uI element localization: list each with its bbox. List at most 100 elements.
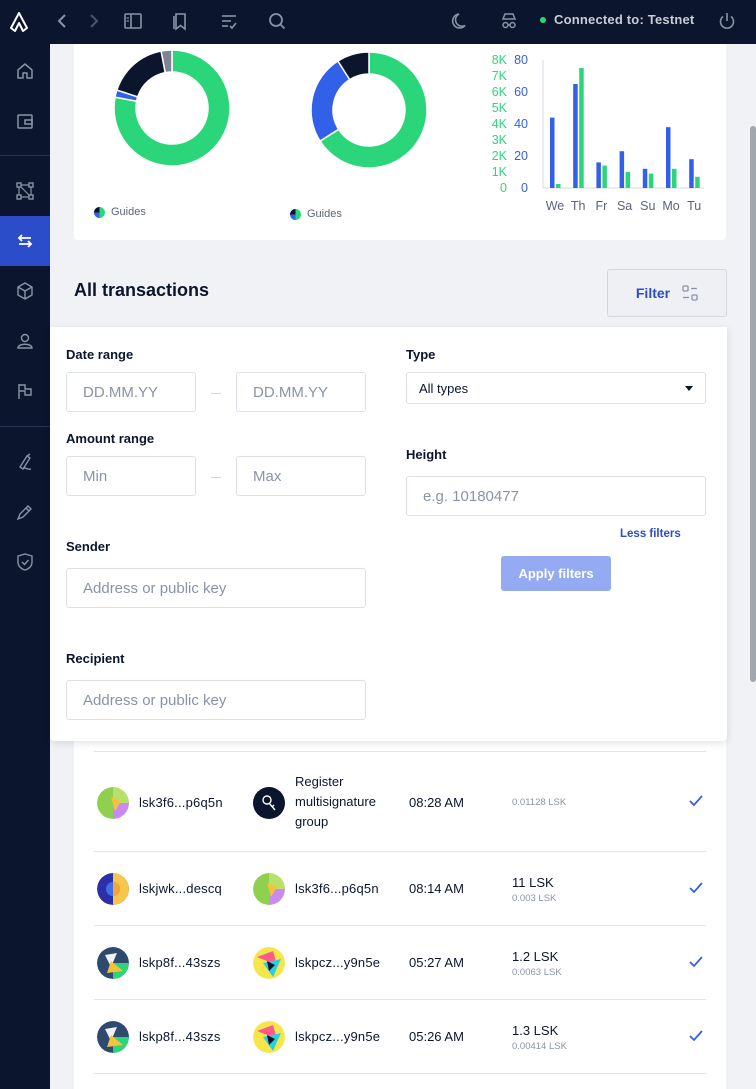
scrollbar-thumb[interactable] [750, 126, 756, 682]
recipient-label: Recipient [66, 651, 125, 666]
bar-chart-y-tick-right: 4K [492, 117, 508, 131]
avatar [97, 873, 129, 905]
sidebar-item-validators[interactable] [0, 366, 50, 416]
multisignature-icon [253, 787, 285, 819]
network-status-dot [540, 16, 546, 23]
sidebar-item-network[interactable] [0, 166, 50, 216]
sidebar-item-transactions[interactable] [0, 216, 50, 266]
date-to-input[interactable]: DD.MM.YY [236, 372, 366, 412]
user-icon [17, 333, 33, 349]
forward-arrow-icon[interactable] [82, 10, 104, 32]
recipient-address[interactable]: lskpcz...y9n5e [295, 1029, 380, 1044]
sidebar-item-dashboard[interactable] [0, 46, 50, 96]
bar-count [596, 162, 601, 188]
bar-chart-y-tick-left: 60 [514, 85, 528, 99]
table-row[interactable]: lskp8f...43szs lskpcz...y9n5e 05:27 AM 1… [94, 925, 706, 999]
lisk-logo-icon[interactable] [0, 0, 38, 44]
transaction-fee: 0.00414 LSK [512, 1041, 567, 1052]
sender-input[interactable]: Address or public key [66, 568, 366, 608]
shield-check-icon [17, 553, 33, 571]
amount-min-input[interactable]: Min [66, 456, 196, 496]
pen-icon [16, 505, 32, 521]
sidebar-item-verify[interactable] [0, 537, 50, 587]
date-range-separator [211, 393, 221, 394]
bookmarks-icon[interactable] [170, 10, 192, 32]
sidebar-item-pen[interactable] [0, 487, 50, 537]
network-status[interactable]: Connected to: Testnet [540, 12, 694, 27]
table-row[interactable]: lskjwk...descq lsk3f6...p6q5n 08:14 AM 1… [94, 851, 706, 925]
avatar [97, 947, 129, 979]
apply-filters-button[interactable]: Apply filters [501, 556, 611, 591]
bar-count [619, 151, 625, 188]
type-label: Type [406, 347, 436, 362]
sidebar-item-wallet[interactable] [0, 96, 50, 146]
bar-chart-x-tick: Mo [662, 199, 679, 213]
less-filters-link[interactable]: Less filters [620, 528, 681, 540]
page-title: All transactions [74, 280, 210, 300]
sidebar-item-accounts[interactable] [0, 316, 50, 366]
bar-chart-x-tick: Sa [617, 199, 632, 213]
date-from-input[interactable]: DD.MM.YY [66, 372, 196, 412]
avatar [97, 787, 129, 819]
amount-max-input[interactable]: Max [236, 456, 366, 496]
bar-count [689, 159, 694, 188]
amount-range-separator [211, 477, 221, 478]
bar-chart-y-tick-right: 3K [492, 133, 508, 147]
statistics-card: 0 1K 2K 3K 4K 5K 6K 7K 8K 0 20 40 60 80 We Th Fr Sa Su Mo Tu… [74, 44, 726, 240]
power-icon[interactable] [716, 10, 738, 32]
height-input[interactable]: e.g. 10180477 [406, 476, 706, 516]
sidebar-item-sign-message[interactable] [0, 437, 50, 487]
bar-chart-x-tick: Su [640, 199, 655, 213]
sidebar-item-blocks[interactable] [0, 266, 50, 316]
recipient-address[interactable]: lsk3f6...p6q5n [295, 881, 379, 896]
type-select[interactable]: All types [406, 372, 706, 404]
sender-address[interactable]: lsk3f6...p6q5n [139, 795, 223, 810]
sidebar-toggle-icon[interactable] [122, 10, 144, 32]
home-icon [17, 63, 33, 79]
bar-chart-y-tick-left: 80 [514, 53, 528, 67]
bar-chart-y-tick-right: 8K [492, 53, 508, 67]
bar-volume [602, 165, 607, 188]
sender-address[interactable]: lskp8f...43szs [139, 1029, 221, 1044]
filter-button[interactable]: Filter [607, 269, 727, 317]
bar-chart-x-tick: Tu [687, 199, 701, 213]
transactions-icon [17, 234, 33, 248]
transaction-type: Register multisignature group [295, 774, 376, 829]
bar-count [666, 127, 671, 188]
avatar [97, 1021, 129, 1053]
search-icon[interactable] [266, 10, 288, 32]
recipient-input[interactable]: Address or public key [66, 680, 366, 720]
table-row[interactable]: lsk3f6...p6q5n Register multisignature g… [94, 751, 706, 851]
signature-icon [19, 453, 32, 470]
transactions-table: lsk3f6...p6q5n Register multisignature g… [74, 741, 726, 1089]
bar-volume [556, 184, 561, 188]
bar-chart-x-tick: Fr [595, 199, 607, 213]
pie-legend-icon [290, 208, 301, 220]
back-arrow-icon[interactable] [52, 10, 74, 32]
bar-chart-y-tick-right: 6K [492, 85, 508, 99]
filter-button-label: Filter [635, 285, 671, 301]
bulk-actions-icon[interactable] [218, 10, 240, 32]
sender-address[interactable]: lskjwk...descq [139, 881, 222, 896]
transaction-date: 05:26 AM [409, 1029, 464, 1044]
bar-chart-y-tick-right: 1K [492, 165, 508, 179]
transaction-date: 08:14 AM [409, 881, 464, 896]
charts-canvas: 0 1K 2K 3K 4K 5K 6K 7K 8K 0 20 40 60 80 We Th Fr Sa Su Mo Tu [113, 49, 704, 213]
dark-mode-icon[interactable] [450, 10, 472, 32]
avatar [253, 873, 285, 905]
sidebar-divider [0, 155, 50, 156]
recipient-address[interactable]: lskpcz...y9n5e [295, 955, 380, 970]
confirmed-check-icon [689, 795, 703, 807]
network-icon [16, 182, 34, 200]
filter-icon [682, 285, 698, 301]
sender-address[interactable]: lskp8f...43szs [139, 955, 221, 970]
table-row[interactable]: lskp8f...43szs lskpcz...y9n5e 05:26 AM 1… [94, 999, 706, 1073]
bar-volume [672, 168, 677, 188]
privacy-mode-icon[interactable] [498, 10, 520, 32]
bar-chart-y-tick-left: 0 [521, 181, 528, 195]
bar-volume [625, 172, 631, 188]
amount-range-label: Amount range [66, 431, 155, 446]
transaction-date: 05:27 AM [409, 955, 464, 970]
avatar [253, 1021, 285, 1053]
sender-label: Sender [66, 539, 111, 554]
